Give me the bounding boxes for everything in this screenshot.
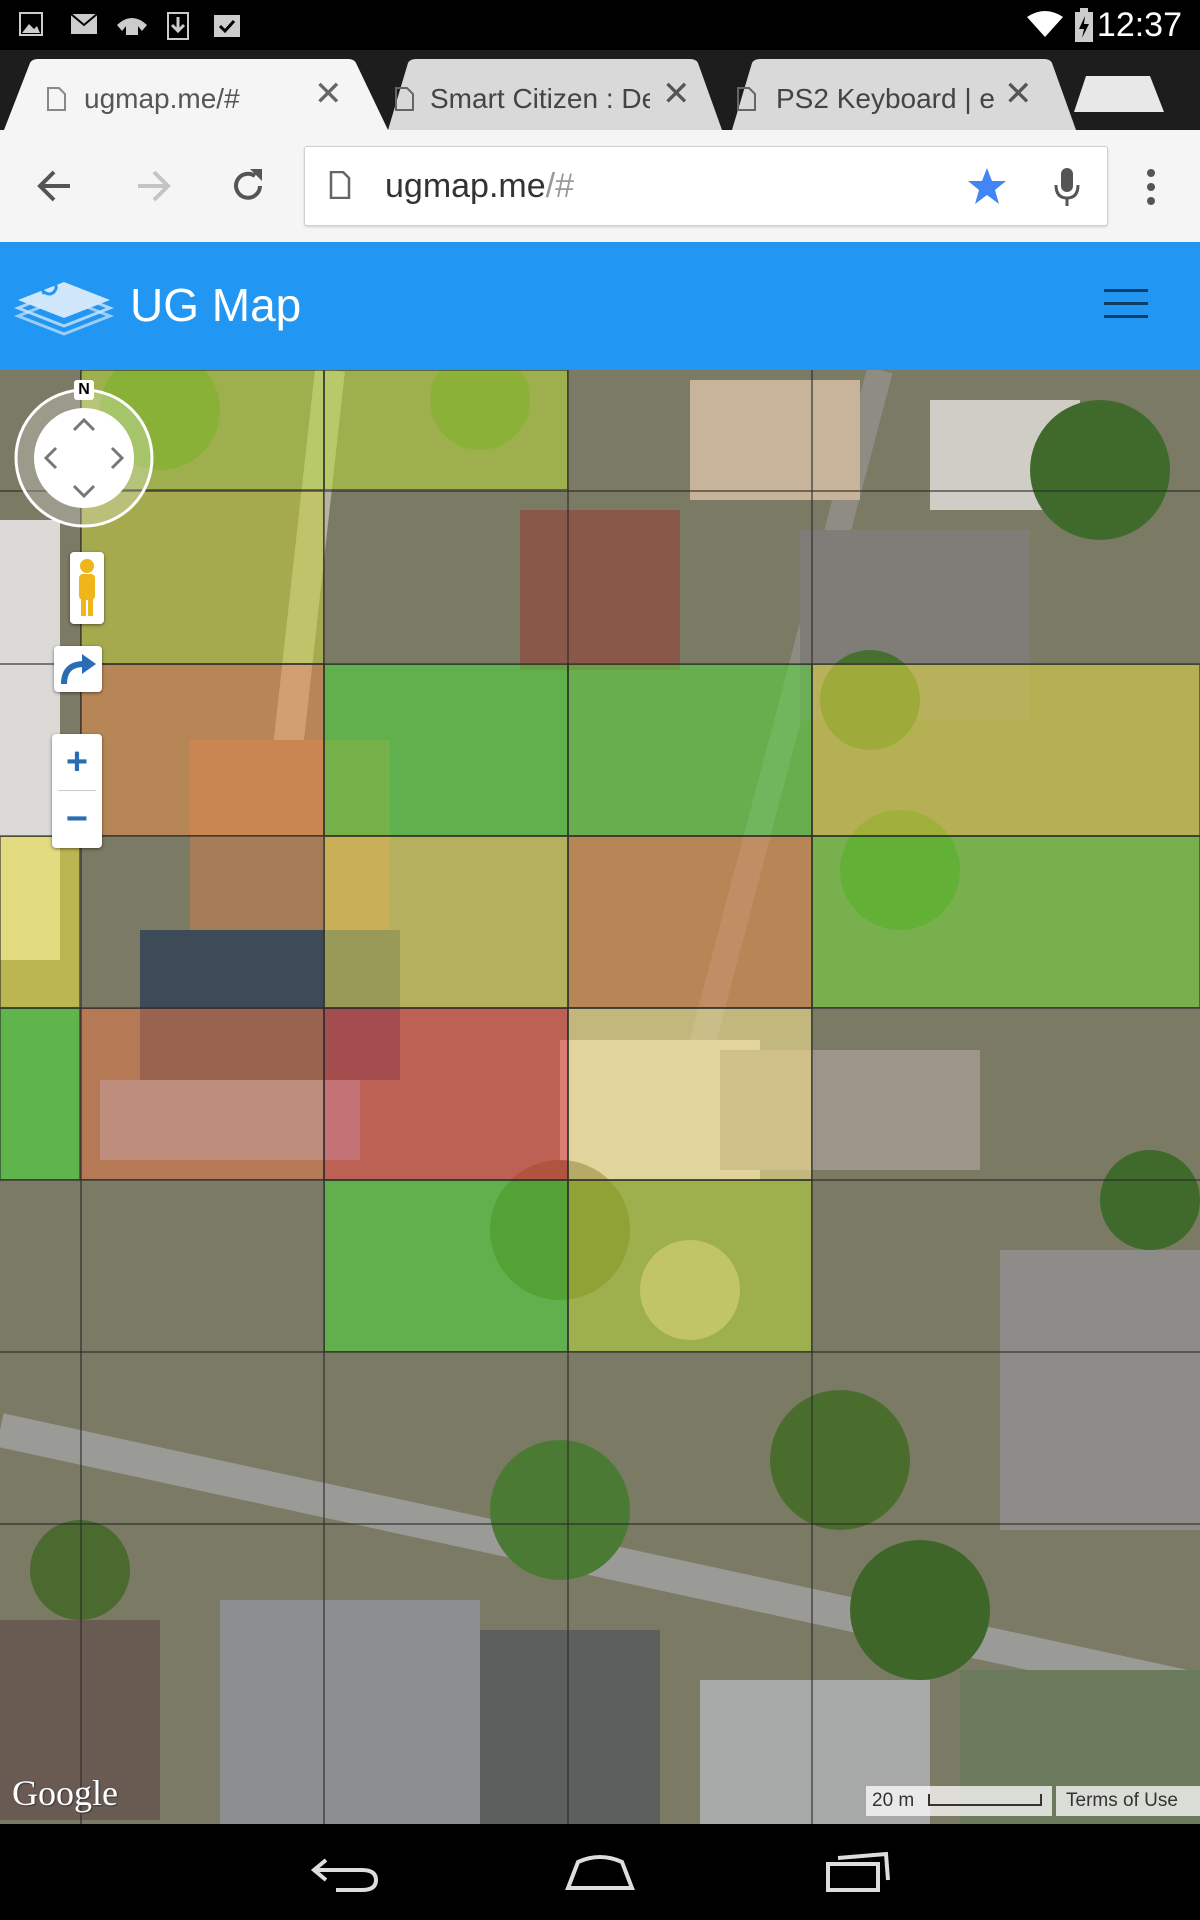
zoom-out-button[interactable]: −: [52, 791, 102, 847]
google-logo: Google: [12, 1773, 118, 1813]
tab-title: PS2 Keyboard | e: [776, 83, 995, 114]
zoom-in-button[interactable]: +: [52, 734, 102, 790]
grid-cell[interactable]: [568, 664, 812, 836]
back-nav-icon[interactable]: [310, 1852, 380, 1894]
bookmark-star-icon[interactable]: [967, 167, 1007, 205]
street-view-pegman[interactable]: [70, 552, 104, 624]
tab-title: ugmap.me/#: [84, 83, 240, 114]
tab-ugmap[interactable]: ugmap.me/# ✕: [4, 59, 388, 130]
page-icon: [47, 87, 66, 111]
north-indicator: N: [74, 380, 94, 400]
app-header: UG Map: [0, 242, 1200, 370]
rotate-arrow-icon: [61, 654, 96, 685]
browser-toolbar: ugmap.me/#: [0, 130, 1200, 244]
tab-ps2-keyboard[interactable]: PS2 Keyboard | e ✕: [716, 59, 1076, 130]
url-text: ugmap.me/#: [385, 167, 574, 206]
mail-icon: [70, 13, 98, 34]
clipboard-check-icon: [214, 15, 240, 37]
grid-cell[interactable]: [324, 370, 568, 490]
clock: 12:37: [1096, 6, 1182, 44]
hamburger-menu-icon[interactable]: [1104, 286, 1148, 322]
grid-cell[interactable]: [568, 836, 812, 1008]
grid-cell[interactable]: [324, 1180, 568, 1352]
voicemail-icon: [117, 18, 147, 35]
scale-bar: 20 m: [866, 1786, 1052, 1816]
close-icon[interactable]: ✕: [314, 77, 343, 111]
url-path: /#: [545, 167, 574, 205]
grid-cell[interactable]: [80, 664, 324, 836]
pan-control[interactable]: N: [14, 380, 154, 528]
terms-label: Terms of Use: [1066, 1790, 1178, 1811]
grid-cell[interactable]: [324, 836, 568, 1008]
close-icon[interactable]: ✕: [1004, 77, 1033, 111]
pegman-icon: [79, 559, 95, 616]
new-tab-button[interactable]: [1070, 74, 1166, 114]
app-title: UG Map: [130, 279, 302, 331]
grid-cell[interactable]: [324, 1008, 568, 1180]
tab-title: Smart Citizen : De: [430, 83, 650, 114]
compass-icon: [14, 388, 154, 528]
home-nav-icon[interactable]: [564, 1850, 636, 1892]
grid-cell[interactable]: [812, 664, 1200, 836]
wifi-icon: [1027, 11, 1063, 37]
terms-of-use-link[interactable]: Terms of Use: [1056, 1786, 1200, 1816]
scale-label: 20 m: [872, 1790, 915, 1811]
reload-icon[interactable]: [228, 166, 268, 206]
page-icon: [329, 171, 351, 199]
battery-charging-icon: [1075, 8, 1093, 42]
tab-smart-citizen[interactable]: Smart Citizen : De ✕: [372, 59, 722, 130]
grid-cell[interactable]: [812, 836, 1200, 1008]
grid-cell[interactable]: [0, 836, 80, 1008]
back-arrow-icon[interactable]: [36, 168, 74, 204]
map-view[interactable]: N + − Google 20 m Terms of Use: [0, 370, 1200, 1824]
microphone-icon[interactable]: [1053, 167, 1081, 207]
grid-cell[interactable]: [0, 1008, 80, 1180]
close-icon[interactable]: ✕: [662, 77, 691, 111]
download-icon: [167, 12, 189, 40]
rotate-button[interactable]: [54, 646, 102, 692]
grid-cell[interactable]: [324, 664, 568, 836]
page-icon: [737, 87, 756, 111]
url-bar[interactable]: ugmap.me/#: [304, 146, 1108, 226]
grid-cell[interactable]: [568, 1008, 812, 1180]
page-icon: [395, 87, 414, 111]
image-icon: [19, 12, 43, 36]
url-host: ugmap.me: [385, 167, 546, 205]
more-menu-icon[interactable]: [1144, 168, 1158, 206]
navigation-bar: [0, 1824, 1200, 1920]
zoom-control: + −: [52, 734, 102, 848]
status-bar: 12:37: [0, 0, 1200, 50]
ugmap-logo-icon: [14, 282, 114, 336]
tab-strip: ugmap.me/# ✕ Smart Citizen : De ✕ PS2 Ke…: [0, 50, 1200, 130]
grid-cell[interactable]: [568, 1180, 812, 1352]
forward-arrow-icon[interactable]: [134, 168, 172, 204]
recents-nav-icon[interactable]: [824, 1850, 892, 1892]
grid-cell[interactable]: [80, 1008, 324, 1180]
